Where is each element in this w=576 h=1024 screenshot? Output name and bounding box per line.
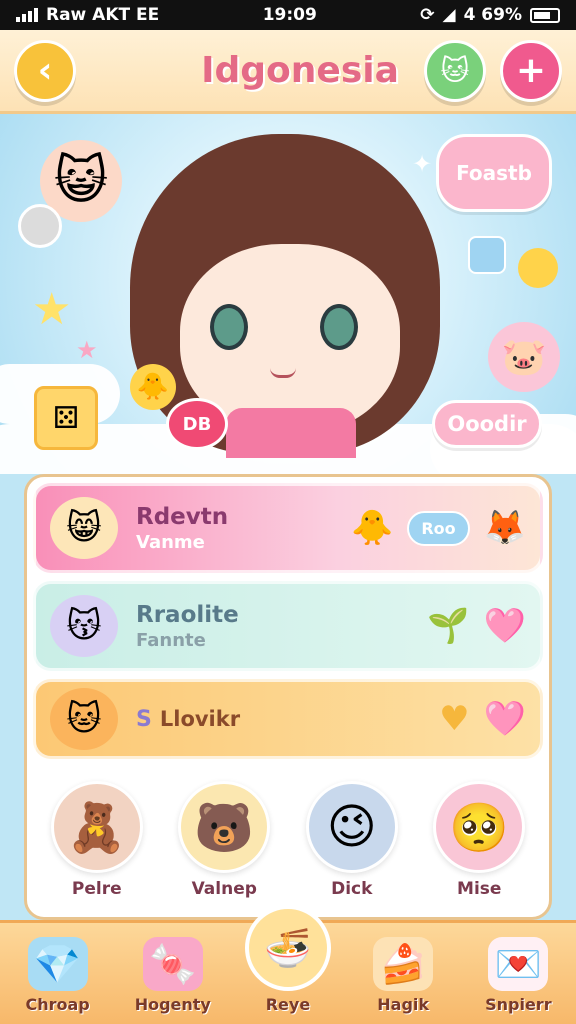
signal-icon [16, 8, 38, 22]
radish-icon: 🌱 [427, 606, 470, 646]
nav-label: Chroap [25, 995, 90, 1014]
chick-icon: 🐥 [351, 508, 394, 548]
status-bar: Raw AKT EE 19:09 ⟳ ◢ 4 69% [0, 0, 576, 30]
heart-icon: ♥ [439, 699, 470, 739]
cat-button[interactable]: 🐱 [424, 39, 486, 102]
list-item[interactable]: 😸 Rdevtn Vanme 🐥 Roo 🦊 [33, 483, 543, 573]
friend-list: 🧸 Pelre 🐻 Valnep 😉 Dick 🥺 Mise [33, 767, 543, 899]
friend-name: Dick [331, 879, 373, 899]
carrier-label: Raw AKT EE [46, 5, 160, 25]
battery-icon [530, 7, 560, 23]
character-list-panel: 😸 Rdevtn Vanme 🐥 Roo 🦊 😽 Rraolite Fannte… [24, 474, 552, 920]
back-button[interactable]: ‹ [14, 39, 76, 102]
orange-cat-avatar: 🐱 [50, 688, 118, 750]
card-icon: 💌 [488, 937, 549, 991]
pink-slime-icon: 🩷 [483, 699, 526, 739]
speech-bubble-bottom-text: Ooodir [447, 412, 527, 436]
row-name: Rraolite [136, 601, 239, 628]
dice-icon: ⚄ [34, 386, 98, 450]
cat-girl-avatar: 😸 [50, 497, 118, 559]
cake-icon: 🍰 [373, 937, 434, 991]
nav-label: Hogenty [134, 995, 211, 1014]
friend-card[interactable]: 😉 Dick [293, 781, 411, 899]
friend-name: Pelre [71, 879, 122, 899]
apple-badge-label: DB [182, 413, 212, 435]
gift-icon [468, 236, 506, 274]
list-item[interactable]: 😽 Rraolite Fannte 🌱 🩷 [33, 581, 543, 671]
slime-icon: 🍬 [142, 937, 203, 991]
wifi-icon: ◢ [442, 5, 456, 25]
purple-cat-avatar: 😽 [50, 595, 118, 657]
chick-icon [518, 248, 558, 288]
sparkle-icon: ✦ [412, 150, 433, 178]
row-prefix: S [136, 706, 152, 732]
row-name: Llovikr [159, 707, 241, 731]
friend-card[interactable]: 🥺 Mise [420, 781, 538, 899]
star-icon: ★ [32, 284, 72, 335]
clock: 19:09 [262, 5, 317, 25]
chick-sticker-icon: 🐥 [130, 364, 176, 410]
friend-name: Mise [457, 879, 502, 899]
bowl-icon: 🍜 [244, 905, 331, 991]
speech-bubble-top-text: Foastb [456, 161, 532, 185]
speech-bubble-bottom[interactable]: Ooodir [432, 400, 542, 448]
battery-label: 4 69% [463, 5, 522, 25]
star-icon: ★ [76, 336, 98, 364]
cat-icon: 🐱 [440, 54, 470, 87]
hero-banner: ★ ★ ✦ 😺 ⚄ 🐥 DB Foastb 🐷 Ooodir [0, 114, 576, 474]
speech-bubble-top[interactable]: Foastb [436, 134, 552, 212]
row-tag: Roo [407, 510, 470, 546]
page-title: Idgonesia [201, 50, 399, 91]
nav-label: Reye [265, 995, 311, 1014]
row-subtitle: Vanme [136, 531, 205, 553]
balloon-icon [18, 204, 62, 248]
diamond-icon: 💎 [27, 937, 88, 991]
friend-name: Valnep [191, 879, 257, 899]
pink-cat-sticker: 🐷 [488, 322, 560, 392]
friend-card[interactable]: 🐻 Valnep [165, 781, 283, 899]
left-eye [210, 304, 248, 350]
cat-box-icon: 🦊 [483, 508, 526, 548]
friend-avatar: 🥺 [433, 781, 526, 873]
app-header: ‹ Idgonesia 🐱 + [0, 30, 576, 114]
sync-icon: ⟳ [420, 5, 435, 25]
bottom-nav: 💎 Chroap 🍬 Hogenty 🍜 Reye 🍰 Hagik 💌 Snpi… [0, 905, 576, 1024]
nav-item-chroap[interactable]: 💎 Chroap [4, 937, 112, 1014]
nav-label: Hagik [377, 995, 430, 1014]
apple-badge: DB [166, 398, 228, 450]
plus-icon: + [515, 50, 547, 91]
add-button[interactable]: + [500, 39, 562, 102]
nav-item-snpierr[interactable]: 💌 Snpierr [464, 937, 572, 1014]
pink-slime-icon: 🩷 [483, 606, 526, 646]
friend-card[interactable]: 🧸 Pelre [38, 781, 156, 899]
friend-avatar: 🐻 [178, 781, 271, 873]
right-eye [320, 304, 358, 350]
nav-label: Snpierr [485, 995, 552, 1014]
chevron-left-icon: ‹ [37, 50, 53, 91]
nav-item-reye[interactable]: 🍜 Reye [234, 905, 342, 1014]
row-subtitle: Fannte [136, 629, 206, 651]
list-item[interactable]: 🐱 S Llovikr ♥ 🩷 [33, 679, 543, 759]
main-character-outfit [226, 408, 356, 458]
row-name: Rdevtn [136, 503, 229, 530]
nav-item-hagik[interactable]: 🍰 Hagik [349, 937, 457, 1014]
friend-avatar: 🧸 [50, 781, 143, 873]
friend-avatar: 😉 [305, 781, 398, 873]
nav-item-hogenty[interactable]: 🍬 Hogenty [119, 937, 227, 1014]
